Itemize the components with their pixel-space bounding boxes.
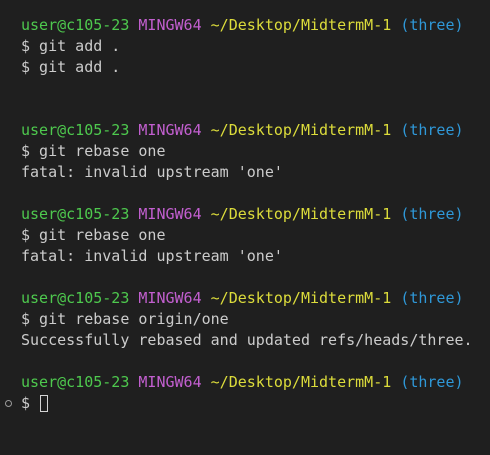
prompt-branch: (three) [400,373,464,391]
prompt-symbol: $ [21,394,31,412]
prompt-shell: MINGW64 [138,289,202,307]
prompt-line: user@c105-23 MINGW64 ~/Desktop/MidtermM-… [21,288,490,309]
prompt-user: user@c105-23 [21,121,130,139]
prompt-branch: (three) [400,121,464,139]
command-line: $ git rebase origin/one [21,310,229,328]
prompt-branch: (three) [400,16,464,34]
prompt-branch: (three) [400,205,464,223]
prompt-path: ~/Desktop/MidtermM-1 [210,289,392,307]
command-line: $ git rebase one [21,142,166,160]
prompt-path: ~/Desktop/MidtermM-1 [210,121,392,139]
terminal-panel[interactable]: user@c105-23 MINGW64 ~/Desktop/MidtermM-… [0,0,490,455]
prompt-user: user@c105-23 [21,205,130,223]
command-decoration-circle-icon[interactable] [5,400,12,407]
output-line: Successfully rebased and updated refs/he… [21,331,473,349]
prompt-line: user@c105-23 MINGW64 ~/Desktop/MidtermM-… [21,204,490,225]
prompt-user: user@c105-23 [21,373,130,391]
prompt-line: user@c105-23 MINGW64 ~/Desktop/MidtermM-… [21,120,490,141]
prompt-path: ~/Desktop/MidtermM-1 [210,373,392,391]
prompt-path: ~/Desktop/MidtermM-1 [210,16,392,34]
prompt-line: user@c105-23 MINGW64 ~/Desktop/MidtermM-… [21,372,490,393]
command-line: $ git rebase one [21,226,166,244]
prompt-shell: MINGW64 [138,121,202,139]
current-input-line[interactable]: $ [5,393,490,414]
prompt-branch: (three) [400,289,464,307]
prompt-line: user@c105-23 MINGW64 ~/Desktop/MidtermM-… [21,15,490,36]
output-line: fatal: invalid upstream 'one' [21,247,283,265]
prompt-path: ~/Desktop/MidtermM-1 [210,205,392,223]
prompt-shell: MINGW64 [138,16,202,34]
command-line: $ git add . [21,37,121,55]
text-cursor [40,395,49,412]
command-line: $ git add . [21,58,121,76]
prompt-shell: MINGW64 [138,373,202,391]
output-line: fatal: invalid upstream 'one' [21,163,283,181]
prompt-user: user@c105-23 [21,289,130,307]
prompt-shell: MINGW64 [138,205,202,223]
prompt-user: user@c105-23 [21,16,130,34]
